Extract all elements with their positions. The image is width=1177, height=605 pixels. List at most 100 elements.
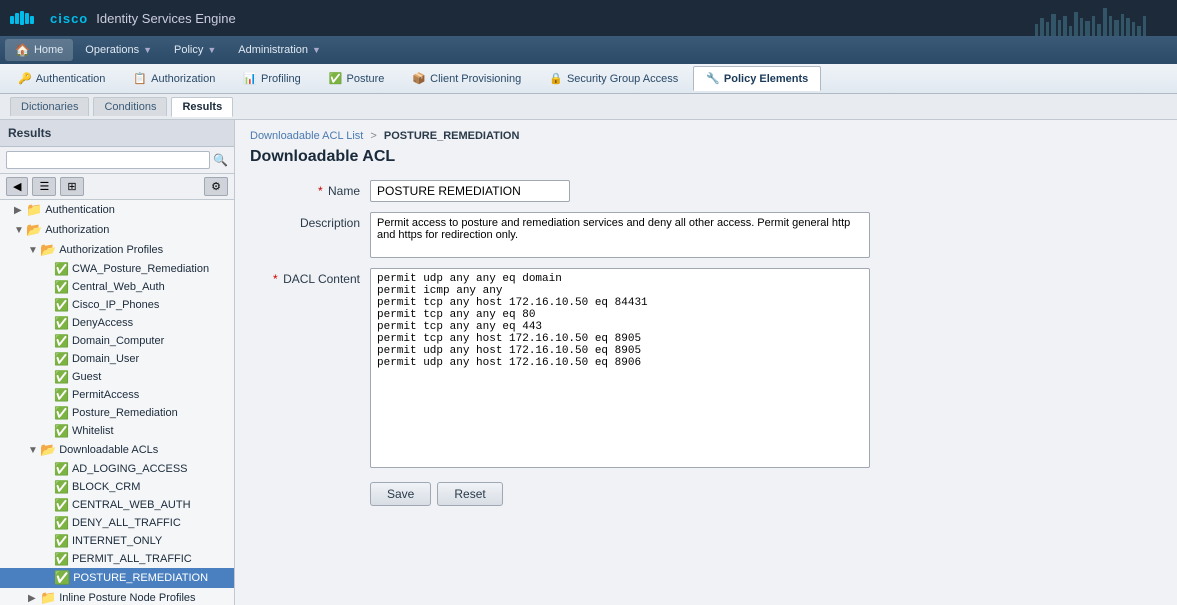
dacl-label: * DACL Content <box>250 268 360 286</box>
security-group-icon: 🔒 <box>549 72 563 85</box>
breadcrumb-current: POSTURE_REMEDIATION <box>384 130 519 142</box>
leaf-icon: ✅ <box>54 552 69 566</box>
name-label: * Name <box>250 180 360 198</box>
tree-posture-remediation[interactable]: ✅ Posture_Remediation <box>0 404 234 422</box>
tree-central-web-auth[interactable]: ✅ Central_Web_Auth <box>0 278 234 296</box>
tree-cisco-ip-phones[interactable]: ✅ Cisco_IP_Phones <box>0 296 234 314</box>
leaf-icon: ✅ <box>54 480 69 494</box>
breadcrumb-parent[interactable]: Downloadable ACL List <box>250 130 363 142</box>
tree-domain-user[interactable]: ✅ Domain_User <box>0 350 234 368</box>
sub-nav: 🔑 Authentication 📋 Authorization 📊 Profi… <box>0 64 1177 94</box>
nav-policy[interactable]: Policy ▼ <box>164 40 226 60</box>
folder-icon: 📁 <box>40 590 56 605</box>
cisco-label: cisco <box>50 11 88 26</box>
leaf-icon: ✅ <box>54 424 69 438</box>
sidebar: Results 🔍 ◀ ☰ ⊞ ⚙ ▶ 📁 Authentication ▼ 📂… <box>0 120 235 605</box>
content-area: Results 🔍 ◀ ☰ ⊞ ⚙ ▶ 📁 Authentication ▼ 📂… <box>0 120 1177 605</box>
sidebar-tools: ◀ ☰ ⊞ ⚙ <box>0 174 234 200</box>
posture-icon: ✅ <box>329 72 343 85</box>
description-row: Description <box>250 212 1162 258</box>
leaf-icon: ✅ <box>54 352 69 366</box>
tree-deny-all-traffic[interactable]: ✅ DENY_ALL_TRAFFIC <box>0 514 234 532</box>
leaf-icon: ✅ <box>54 370 69 384</box>
sidebar-list-view-btn[interactable]: ☰ <box>32 177 56 196</box>
profiling-icon: 📊 <box>243 72 257 85</box>
sidebar-back-btn[interactable]: ◀ <box>6 177 28 196</box>
name-input[interactable] <box>370 180 570 202</box>
tree-permit-access[interactable]: ✅ PermitAccess <box>0 386 234 404</box>
nav-operations[interactable]: Operations ▼ <box>75 40 162 60</box>
sidebar-settings-btn[interactable]: ⚙ <box>204 177 228 196</box>
reset-button[interactable]: Reset <box>437 482 502 506</box>
app-title: Identity Services Engine <box>96 11 235 26</box>
leaf-icon: ✅ <box>54 406 69 420</box>
policy-elements-icon: 🔧 <box>706 72 720 85</box>
tree-permit-all-traffic[interactable]: ✅ PERMIT_ALL_TRAFFIC <box>0 550 234 568</box>
leaf-icon: ✅ <box>54 498 69 512</box>
skyline-decoration <box>236 0 1167 36</box>
main-panel: Downloadable ACL List > POSTURE_REMEDIAT… <box>235 120 1177 605</box>
subnav-authorization[interactable]: 📋 Authorization <box>120 66 228 91</box>
subnav-authentication[interactable]: 🔑 Authentication <box>5 66 118 91</box>
folder-icon: 📂 <box>40 442 56 458</box>
subnav-policy-elements[interactable]: 🔧 Policy Elements <box>693 66 821 91</box>
tree-posture-remediation-acl[interactable]: ✅ POSTURE_REMEDIATION <box>0 568 234 588</box>
leaf-icon: ✅ <box>54 262 69 276</box>
dacl-row: * DACL Content <box>250 268 1162 468</box>
subnav-security-group-access[interactable]: 🔒 Security Group Access <box>536 66 691 91</box>
policy-arrow: ▼ <box>207 45 216 55</box>
tree-cwa-posture[interactable]: ✅ CWA_Posture_Remediation <box>0 260 234 278</box>
nav-home[interactable]: 🏠 Home <box>5 39 73 61</box>
leaf-icon: ✅ <box>54 570 70 586</box>
sidebar-search-bar: 🔍 <box>0 147 234 174</box>
tree-internet-only[interactable]: ✅ INTERNET_ONLY <box>0 532 234 550</box>
tree-guest[interactable]: ✅ Guest <box>0 368 234 386</box>
client-provisioning-icon: 📦 <box>412 72 426 85</box>
sidebar-grid-view-btn[interactable]: ⊞ <box>60 177 83 196</box>
tree-authorization-profiles[interactable]: ▼ 📂 Authorization Profiles <box>0 240 234 260</box>
action-buttons: Save Reset <box>250 482 1162 506</box>
subnav-profiling[interactable]: 📊 Profiling <box>230 66 313 91</box>
operations-arrow: ▼ <box>143 45 152 55</box>
search-icon[interactable]: 🔍 <box>213 153 228 167</box>
leaf-icon: ✅ <box>54 316 69 330</box>
tree-authorization[interactable]: ▼ 📂 Authorization <box>0 220 234 240</box>
tab-conditions[interactable]: Conditions <box>93 97 167 116</box>
tree-whitelist[interactable]: ✅ Whitelist <box>0 422 234 440</box>
top-header: cisco Identity Services Engine <box>0 0 1177 36</box>
nav-administration[interactable]: Administration ▼ <box>228 40 331 60</box>
leaf-icon: ✅ <box>54 280 69 294</box>
save-button[interactable]: Save <box>370 482 431 506</box>
leaf-icon: ✅ <box>54 388 69 402</box>
tree-central-web-auth-acl[interactable]: ✅ CENTRAL_WEB_AUTH <box>0 496 234 514</box>
dacl-textarea[interactable] <box>370 268 870 468</box>
folder-icon: 📂 <box>26 222 42 238</box>
sidebar-search-input[interactable] <box>6 151 210 169</box>
cisco-logo: cisco <box>10 8 88 28</box>
name-row: * Name <box>250 180 1162 202</box>
leaf-icon: ✅ <box>54 516 69 530</box>
leaf-icon: ✅ <box>54 334 69 348</box>
description-label: Description <box>250 212 360 230</box>
home-icon: 🏠 <box>15 43 30 57</box>
tree-downloadable-acls[interactable]: ▼ 📂 Downloadable ACLs <box>0 440 234 460</box>
subnav-posture[interactable]: ✅ Posture <box>316 66 398 91</box>
page-title: Downloadable ACL <box>250 148 1162 166</box>
third-nav: Dictionaries Conditions Results <box>0 94 1177 120</box>
tree-block-crm[interactable]: ✅ BLOCK_CRM <box>0 478 234 496</box>
subnav-client-provisioning[interactable]: 📦 Client Provisioning <box>399 66 534 91</box>
leaf-icon: ✅ <box>54 534 69 548</box>
tab-dictionaries[interactable]: Dictionaries <box>10 97 89 116</box>
main-nav: 🏠 Home Operations ▼ Policy ▼ Administrat… <box>0 36 1177 64</box>
sidebar-title: Results <box>0 120 234 147</box>
folder-icon: 📂 <box>40 242 56 258</box>
leaf-icon: ✅ <box>54 298 69 312</box>
authorization-icon: 📋 <box>133 72 147 85</box>
tree-domain-computer[interactable]: ✅ Domain_Computer <box>0 332 234 350</box>
tree-deny-access[interactable]: ✅ DenyAccess <box>0 314 234 332</box>
tab-results[interactable]: Results <box>171 97 233 117</box>
tree-inline-posture[interactable]: ▶ 📁 Inline Posture Node Profiles <box>0 588 234 605</box>
description-textarea[interactable] <box>370 212 870 258</box>
tree-authentication[interactable]: ▶ 📁 Authentication <box>0 200 234 220</box>
tree-ad-loging[interactable]: ✅ AD_LOGING_ACCESS <box>0 460 234 478</box>
